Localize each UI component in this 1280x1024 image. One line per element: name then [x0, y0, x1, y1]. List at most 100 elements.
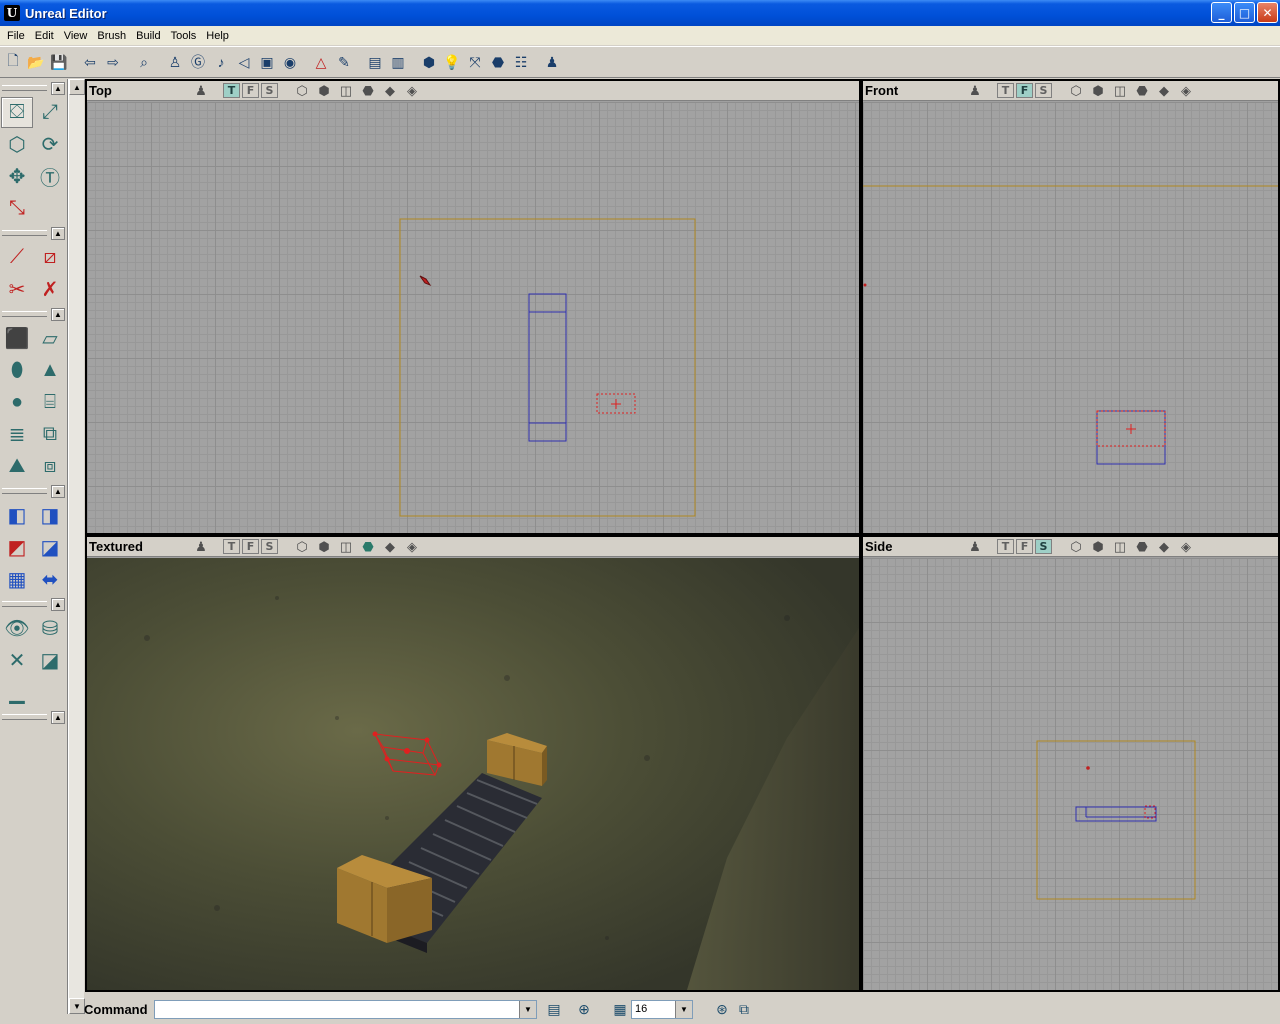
viewport-side[interactable]: Side ♟ T F S ⬡ ⬢ ◫ ⬣ ◆ ◈ [861, 535, 1280, 992]
menu-view[interactable]: View [59, 30, 93, 42]
menu-tools[interactable]: Tools [166, 30, 202, 42]
builder-brush[interactable] [1144, 805, 1156, 819]
textured-mode-icon[interactable]: ⬣ [358, 539, 378, 554]
open-map-icon[interactable]: 📂 [25, 51, 47, 73]
bsp-mode-icon[interactable]: ◫ [336, 539, 356, 554]
collapse-clip-icon[interactable]: ▲ [51, 226, 65, 240]
view-side-button[interactable]: S [261, 83, 278, 98]
viewport-actor-icon[interactable]: ♟ [965, 539, 985, 554]
top-grid-canvas[interactable] [87, 102, 859, 533]
command-input[interactable]: ▼ [154, 999, 537, 1019]
camera-move-icon[interactable]: ⛋ [1, 97, 33, 128]
textured-mode-icon[interactable]: ⬣ [358, 83, 378, 98]
music-browser-icon[interactable]: ♪ [210, 51, 232, 73]
textured-3d-canvas[interactable] [87, 558, 859, 990]
bsp-mode-icon[interactable]: ◫ [1110, 83, 1130, 98]
actor-properties-icon[interactable]: ▤ [364, 51, 386, 73]
view-side-button[interactable]: S [261, 539, 278, 554]
csg-subtract-icon[interactable]: ◨ [34, 500, 66, 531]
play-map-icon[interactable]: ♟ [541, 51, 563, 73]
wireframe-mode-icon[interactable]: ⬡ [1066, 539, 1086, 554]
menu-brush[interactable]: Brush [92, 30, 131, 42]
build-lighting-icon[interactable]: 💡 [441, 51, 463, 73]
show-selected-icon[interactable]: 👁 [1, 613, 33, 644]
cylinder-builder-icon[interactable]: ⬮ [1, 355, 33, 386]
grid-size-select[interactable]: 16 ▼ [631, 999, 693, 1019]
zone-mode-icon[interactable]: ⬢ [314, 539, 334, 554]
menu-edit[interactable]: Edit [30, 30, 59, 42]
bsp-mode-icon[interactable]: ◫ [1110, 539, 1130, 554]
zone-mode-icon[interactable]: ⬢ [314, 83, 334, 98]
lighting-mode-icon[interactable]: ◆ [1154, 539, 1174, 554]
minimize-button[interactable]: _ [1211, 2, 1232, 23]
texture-rotate-icon[interactable]: Ⓣ [34, 161, 66, 192]
terrain-builder-icon[interactable]: ⛰ [1, 451, 33, 482]
front-grid-canvas[interactable] [863, 102, 1278, 533]
clip-icon[interactable]: ⟋ [1, 242, 33, 273]
build-geometry-icon[interactable]: ⬢ [418, 51, 440, 73]
textured-mode-icon[interactable]: ⬣ [1132, 83, 1152, 98]
texture-browser-icon[interactable]: ▣ [256, 51, 278, 73]
build-all-icon[interactable]: ⬣ [487, 51, 509, 73]
player-start-icon[interactable] [419, 275, 432, 287]
wireframe-mode-icon[interactable]: ⬡ [292, 83, 312, 98]
view-front-button[interactable]: F [1016, 539, 1033, 554]
surface-properties-icon[interactable]: ▥ [387, 51, 409, 73]
camera-speed-icon[interactable]: ▁ [1, 677, 33, 708]
redo-icon[interactable]: ⇨ [102, 51, 124, 73]
scroll-down-icon[interactable]: ▼ [69, 998, 85, 1014]
side-grid-canvas[interactable] [863, 558, 1278, 990]
view-front-button[interactable]: F [242, 83, 259, 98]
realtime-preview-icon[interactable]: ◈ [1176, 83, 1196, 98]
flip-clip-icon[interactable]: ✂ [1, 274, 33, 305]
view-top-button[interactable]: T [997, 539, 1014, 554]
select-inside-icon[interactable]: ✕ [1, 645, 33, 676]
collapse-csg-icon[interactable]: ▲ [51, 484, 65, 498]
vertex-edit-icon[interactable]: ⤢ [34, 97, 66, 128]
realtime-preview-icon[interactable]: ◈ [402, 539, 422, 554]
texture-pan-icon[interactable]: ✥ [1, 161, 33, 192]
wireframe-mode-icon[interactable]: ⬡ [1066, 83, 1086, 98]
palette-scrollbar[interactable]: ▲ ▼ [68, 79, 85, 1014]
brush-scale-icon[interactable]: ⤡ [1, 193, 33, 224]
unrealscript-editor-icon[interactable]: ✎ [333, 51, 355, 73]
collapse-primitives-icon[interactable]: ▲ [51, 307, 65, 321]
chevron-down-icon[interactable]: ▼ [519, 1000, 536, 1018]
cube-builder-icon[interactable]: ⬛ [1, 323, 33, 354]
add-special-icon[interactable]: ⬌ [34, 564, 66, 595]
delete-clip-icon[interactable]: ✗ [34, 274, 66, 305]
curved-stair-icon[interactable]: ≣ [1, 419, 33, 450]
csg-deintersect-icon[interactable]: ◪ [34, 532, 66, 563]
view-side-button[interactable]: S [1035, 539, 1052, 554]
brush-outline[interactable] [1096, 410, 1166, 465]
hide-selected-icon[interactable]: ⛁ [34, 613, 66, 644]
view-front-button[interactable]: F [242, 539, 259, 554]
log-window-icon[interactable]: ▤ [543, 998, 565, 1020]
collapse-modes-icon[interactable]: ▲ [51, 81, 65, 95]
view-top-button[interactable]: T [223, 539, 240, 554]
realtime-preview-icon[interactable]: ◈ [402, 83, 422, 98]
save-map-icon[interactable]: 💾 [48, 51, 70, 73]
maximize-viewport-icon[interactable]: ⧉ [733, 998, 755, 1020]
new-map-icon[interactable]: 🗋 [2, 51, 24, 73]
cone-builder-icon[interactable]: ▲ [34, 355, 66, 386]
viewport-top[interactable]: Top ♟ T F S ⬡ ⬢ ◫ ⬣ ◆ ◈ [85, 79, 861, 535]
viewport-front[interactable]: Front ♟ T F S ⬡ ⬢ ◫ ⬣ ◆ ◈ [861, 79, 1280, 535]
lighting-mode-icon[interactable]: ◆ [1154, 83, 1174, 98]
lighting-mode-icon[interactable]: ◆ [380, 83, 400, 98]
collapse-visibility-icon[interactable]: ▲ [51, 597, 65, 611]
close-button[interactable]: ✕ [1257, 2, 1278, 23]
viewport-actor-icon[interactable]: ♟ [191, 539, 211, 554]
search-actors-icon[interactable]: ⌕ [133, 51, 155, 73]
menu-build[interactable]: Build [131, 30, 165, 42]
sphere-builder-icon[interactable]: ● [1, 387, 33, 418]
scroll-up-icon[interactable]: ▲ [69, 79, 85, 95]
actor-browser-icon[interactable]: ♙ [164, 51, 186, 73]
view-top-button[interactable]: T [997, 83, 1014, 98]
brush-clip-icon[interactable]: ⬡ [1, 129, 33, 160]
viewport-actor-icon[interactable]: ♟ [191, 83, 211, 98]
linear-stair-icon[interactable]: ⌸ [34, 387, 66, 418]
menu-help[interactable]: Help [201, 30, 234, 42]
volumetric-builder-icon[interactable]: ⧈ [34, 451, 66, 482]
grid-toggle-icon[interactable]: ▦ [609, 998, 631, 1020]
